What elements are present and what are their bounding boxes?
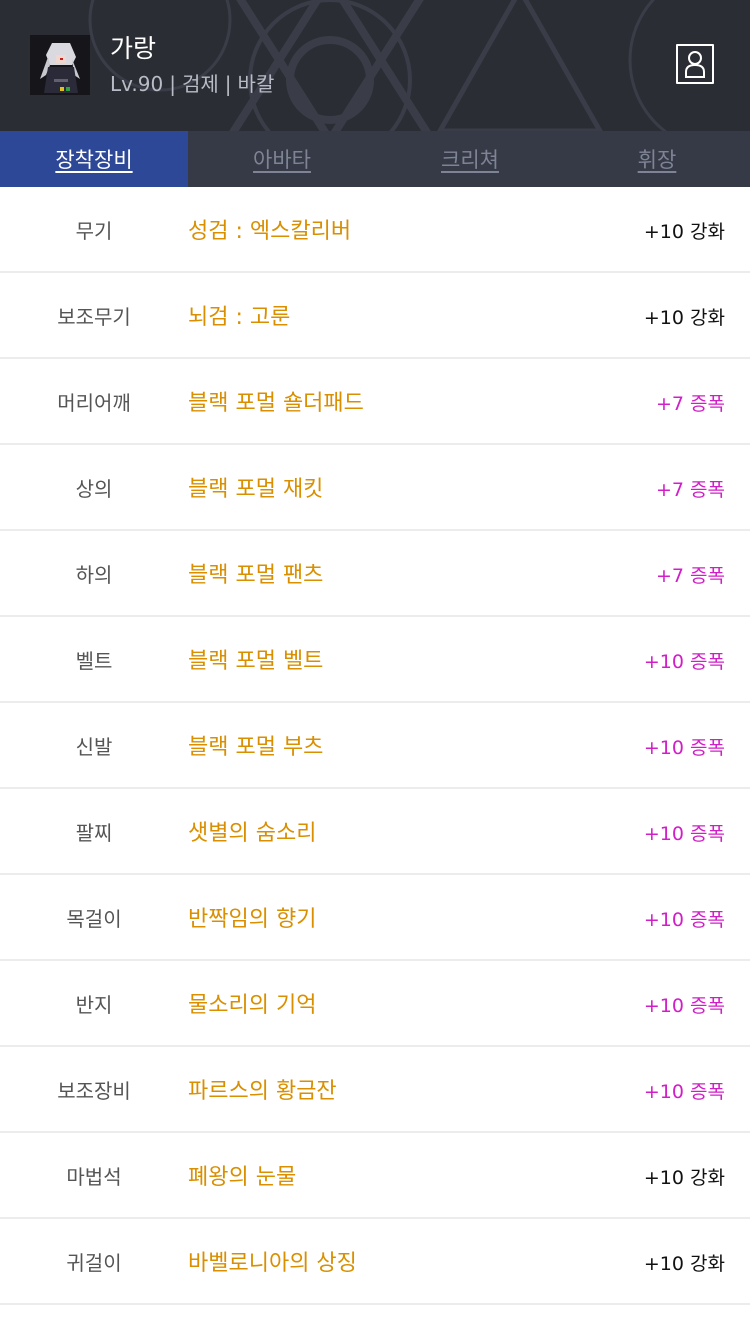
tab-bar: 장착장비 아바타 크리쳐 휘장	[0, 131, 750, 187]
slot-label: 반지	[75, 992, 113, 1017]
enhance-level: +10 강화	[643, 1166, 725, 1189]
enhance-level: +10 강화	[643, 1252, 725, 1275]
character-info: Lv.90 | 검제 | 바칼	[110, 71, 274, 97]
tab-insignia[interactable]: 휘장	[564, 131, 750, 187]
tab-creature[interactable]: 크리쳐	[376, 131, 564, 187]
enhance-level: +10 증폭	[643, 822, 725, 845]
slot-label: 보조무기	[57, 304, 131, 329]
equipment-list: 무기 성검 : 엑스칼리버 +10 강화 보조무기 뇌검 : 고룬 +10 강화…	[0, 187, 750, 1305]
slot-label: 팔찌	[75, 820, 113, 845]
slot-label: 귀걸이	[66, 1250, 122, 1275]
enhance-level: +10 강화	[643, 306, 725, 329]
equipment-row[interactable]: 귀걸이 바벨로니아의 상징 +10 강화	[0, 1219, 750, 1305]
slot-label: 목걸이	[66, 906, 122, 931]
enhance-level: +10 증폭	[643, 736, 725, 759]
character-level: Lv.90	[110, 72, 164, 96]
equipment-row[interactable]: 무기 성검 : 엑스칼리버 +10 강화	[0, 187, 750, 273]
slot-label: 무기	[75, 218, 113, 243]
slot-label: 마법석	[66, 1164, 122, 1189]
separator: |	[169, 72, 176, 96]
enhance-level: +10 강화	[643, 220, 725, 243]
person-icon	[685, 51, 705, 78]
enhance-level: +7 증폭	[655, 564, 725, 587]
equipment-row[interactable]: 하의 블랙 포멀 팬츠 +7 증폭	[0, 531, 750, 617]
enhance-level: +7 증폭	[655, 478, 725, 501]
equipment-row[interactable]: 목걸이 반짝임의 향기 +10 증폭	[0, 875, 750, 961]
tab-avatar[interactable]: 아바타	[188, 131, 376, 187]
enhance-level: +10 증폭	[643, 1080, 725, 1103]
character-name: 가랑	[110, 34, 157, 63]
slot-label: 벨트	[75, 648, 113, 673]
enhance-level: +10 증폭	[643, 650, 725, 673]
slot-label: 상의	[75, 476, 113, 501]
equipment-row[interactable]: 신발 블랙 포멀 부츠 +10 증폭	[0, 703, 750, 789]
header-background-pattern	[88, 0, 668, 131]
character-server: 바칼	[237, 72, 275, 96]
character-header: 가랑 Lv.90 | 검제 | 바칼	[0, 0, 750, 131]
separator: |	[224, 72, 232, 96]
equipment-row[interactable]: 머리어깨 블랙 포멀 숄더패드 +7 증폭	[0, 359, 750, 445]
equipment-row[interactable]: 보조장비 파르스의 황금잔 +10 증폭	[0, 1047, 750, 1133]
slot-label: 머리어깨	[57, 390, 131, 415]
tab-equipment[interactable]: 장착장비	[0, 131, 188, 187]
slot-label: 보조장비	[57, 1078, 131, 1103]
slot-label: 신발	[75, 734, 113, 759]
enhance-level: +7 증폭	[655, 392, 725, 415]
enhance-level: +10 증폭	[643, 994, 725, 1017]
equipment-row[interactable]: 마법석 폐왕의 눈물 +10 강화	[0, 1133, 750, 1219]
profile-button[interactable]	[676, 44, 714, 84]
equipment-row[interactable]: 팔찌 샛별의 숨소리 +10 증폭	[0, 789, 750, 875]
equipment-row[interactable]: 벨트 블랙 포멀 벨트 +10 증폭	[0, 617, 750, 703]
character-job: 검제	[181, 72, 219, 96]
slot-label: 하의	[75, 562, 113, 587]
enhance-level: +10 증폭	[643, 908, 725, 931]
equipment-row[interactable]: 상의 블랙 포멀 재킷 +7 증폭	[0, 445, 750, 531]
equipment-row[interactable]: 보조무기 뇌검 : 고룬 +10 강화	[0, 273, 750, 359]
equipment-row[interactable]: 반지 물소리의 기억 +10 증폭	[0, 961, 750, 1047]
character-avatar[interactable]	[30, 35, 90, 95]
